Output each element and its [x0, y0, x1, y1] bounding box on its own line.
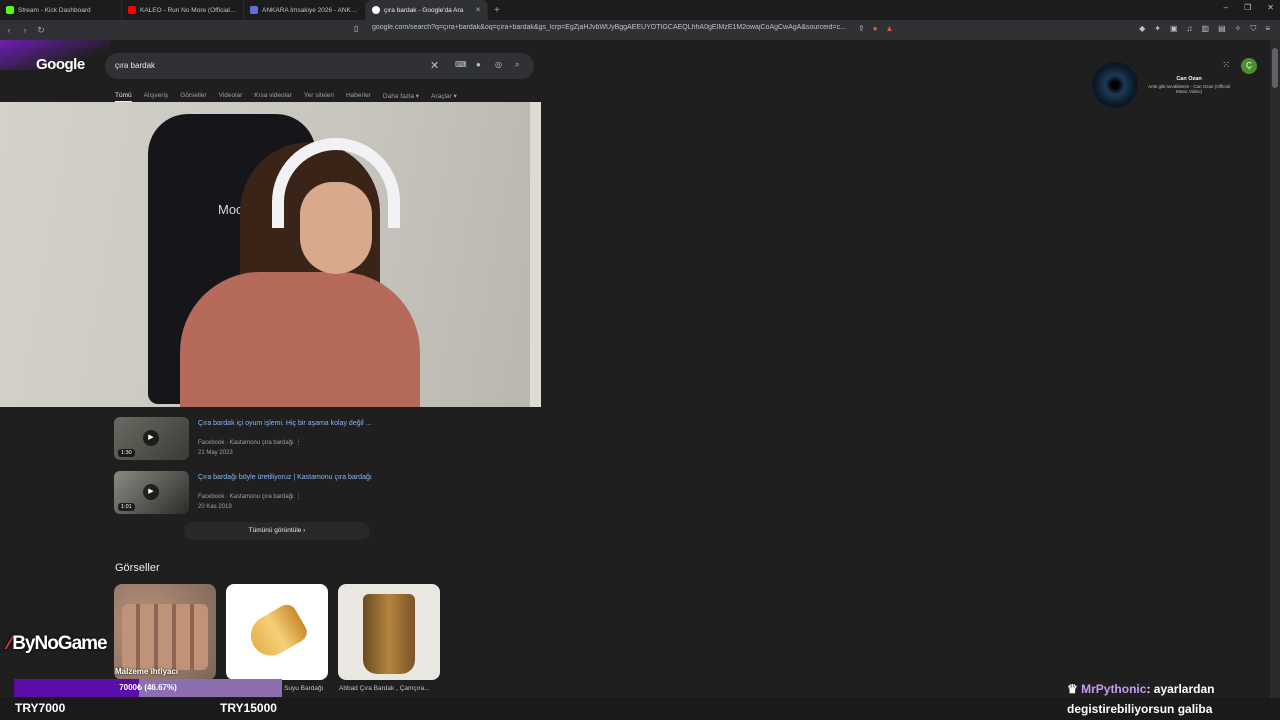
streamer-body [180, 272, 420, 407]
goal-current: TRY7000 [15, 701, 66, 715]
youtube-icon [128, 6, 136, 14]
cup-image [363, 594, 415, 674]
sidebar-icon[interactable]: ▥ [1202, 24, 1210, 34]
tab-kick[interactable]: Stream - Kick Dashboard [0, 0, 122, 20]
close-tab-icon[interactable]: ✕ [475, 6, 481, 14]
search-input[interactable]: çıra bardak [115, 61, 155, 70]
chat-username: MrPythonic [1081, 682, 1147, 696]
now-playing: Can Ozan Artık gitti sevdiklerim - Can O… [1146, 76, 1232, 94]
tab-title: KALEO - Run No More (Official Vi [140, 6, 237, 14]
cups-image [122, 604, 208, 670]
search-box[interactable]: çıra bardak ✕ ⌨ ● ◎ ⌕ [105, 53, 534, 79]
video-date: 21 May 2023 [198, 450, 233, 456]
video-thumbnail[interactable]: ▶ 1:01 [114, 471, 189, 514]
video-source: Facebook · Kastamonu çıra bardağı ⋮ [198, 440, 302, 446]
scrollbar[interactable] [1270, 40, 1280, 698]
image-caption[interactable]: Abbad Çıra Bardak , Çamçıra... [339, 685, 430, 692]
goal-target: TRY15000 [220, 701, 277, 715]
new-tab-button[interactable]: + [488, 5, 506, 16]
image-result[interactable] [338, 584, 440, 680]
brand-logo: ⁄ ByNoGame [8, 633, 108, 655]
share-icon[interactable]: ⇪ [858, 24, 865, 33]
tab-youtube[interactable]: KALEO - Run No More (Official Vi [122, 0, 244, 20]
tab-ankara[interactable]: ANKARA İmsakiye 2026 - ANKARA İl [244, 0, 366, 20]
cup-image [243, 601, 311, 663]
google-icon [372, 6, 380, 14]
reload-icon[interactable]: ↻ [34, 25, 48, 36]
restore-icon[interactable]: ❐ [1244, 3, 1251, 12]
tab-title: ANKARA İmsakiye 2026 - ANKARA İl [262, 6, 359, 14]
site-icon [250, 6, 258, 14]
mic-icon[interactable]: ● [476, 60, 481, 69]
video-source: Facebook · Kastamonu çıra bardağı ⋮ [198, 494, 302, 500]
chat-text: : ayarlardan [1146, 682, 1215, 696]
shield-icon[interactable]: ⛉ [1250, 24, 1256, 34]
lens-icon[interactable]: ◎ [495, 60, 502, 69]
screenshot-icon[interactable]: ▣ [1170, 24, 1178, 34]
chat-message: ♛ MrPythonic: ayarlardan [1067, 682, 1214, 696]
brand-name: ByNoGame [12, 633, 107, 654]
keyboard-icon[interactable]: ⌨ [455, 60, 467, 69]
close-window-icon[interactable]: ✕ [1267, 3, 1274, 12]
media-icon[interactable]: ♫ [1187, 24, 1193, 34]
back-icon[interactable]: ‹ [2, 25, 16, 35]
extension-icon[interactable]: ◆ [1139, 24, 1145, 34]
minimize-icon[interactable]: – [1224, 3, 1228, 12]
avatar[interactable]: Ç [1241, 58, 1257, 74]
warning-icon[interactable]: ▲ [886, 24, 894, 33]
video-duration: 1:30 [118, 449, 135, 457]
address-icons: ⇪ ● ▲ [858, 24, 893, 33]
video-result[interactable]: ▶ 1:01 Çıra bardağı böyle üretiliyoruz |… [114, 471, 454, 515]
image-result[interactable] [226, 584, 328, 680]
video-result[interactable]: ▶ 1:30 Çıra bardak içi oyum işlemi. Hiç … [114, 417, 454, 461]
url-field[interactable]: google.com/search?q=çıra+bardak&oq=çıra+… [372, 24, 852, 31]
brand-icon: ⁄ [8, 633, 11, 654]
donation-progress-bar: 7000₺ (46.67%) [14, 679, 282, 697]
search-icon[interactable]: ⌕ [515, 60, 519, 70]
image-result[interactable] [114, 584, 216, 680]
puzzle-icon[interactable]: ✦ [1154, 24, 1161, 34]
door-frame [530, 102, 541, 407]
video-date: 20 Kas 2019 [198, 504, 232, 510]
chat-message-line2: degistirebiliyorsun galiba [1067, 702, 1213, 716]
menu-icon[interactable]: ≡ [1265, 24, 1270, 34]
kick-icon [6, 6, 14, 14]
now-playing-artist: Can Ozan [1176, 76, 1202, 82]
video-title[interactable]: Çıra bardak içi oyum işlemi. Hiç bir aşa… [198, 420, 372, 427]
image-caption[interactable]: Suyu Bardağı [284, 685, 323, 692]
play-icon: ▶ [143, 484, 159, 500]
images-heading: Görseller [115, 562, 160, 574]
video-thumbnail[interactable]: ▶ 1:30 [114, 417, 189, 460]
google-logo[interactable]: Google [36, 56, 85, 73]
scrollbar-thumb[interactable] [1272, 48, 1278, 88]
now-playing-title: Artık gitti sevdiklerim - Can Ozan (Offi… [1148, 84, 1230, 94]
wallet-icon[interactable]: ▤ [1218, 24, 1226, 34]
music-disc-icon [1092, 62, 1138, 108]
address-bar: ‹ › ↻ ▯ google.com/search?q=çıra+bardak&… [0, 20, 1280, 40]
toolbar-icons: ◆ ✦ ▣ ♫ ▥ ▤ ✧ ⛉ ≡ [1139, 24, 1270, 34]
tab-google-search[interactable]: çıra bardak - Google'da Ara ✕ [366, 0, 488, 20]
apps-grid-icon[interactable]: ⁙ [1222, 60, 1230, 71]
bookmark-icon[interactable]: ▯ [354, 24, 358, 33]
window-controls: – ❐ ✕ [1224, 3, 1274, 12]
tab-title: çıra bardak - Google'da Ara [384, 6, 464, 14]
show-all-button[interactable]: Tümünü görüntüle › [184, 522, 370, 540]
ai-icon[interactable]: ✧ [1235, 24, 1242, 34]
donation-progress-text: 7000₺ (46.67%) [119, 683, 177, 692]
extension-red-icon[interactable]: ● [873, 24, 878, 33]
video-title[interactable]: Çıra bardağı böyle üretiliyoruz | Kastam… [198, 474, 372, 481]
tab-bar: Stream - Kick Dashboard KALEO - Run No M… [0, 0, 1280, 20]
video-duration: 1:01 [118, 503, 135, 511]
tab-title: Stream - Kick Dashboard [18, 6, 91, 14]
play-icon: ▶ [143, 430, 159, 446]
goal-label: Malzeme ihtiyacı [115, 667, 179, 676]
clear-icon[interactable]: ✕ [430, 59, 439, 72]
chat-badge-icon: ♛ [1067, 682, 1082, 696]
webcam-overlay: Mockerm [0, 102, 541, 407]
forward-icon[interactable]: › [18, 25, 32, 35]
